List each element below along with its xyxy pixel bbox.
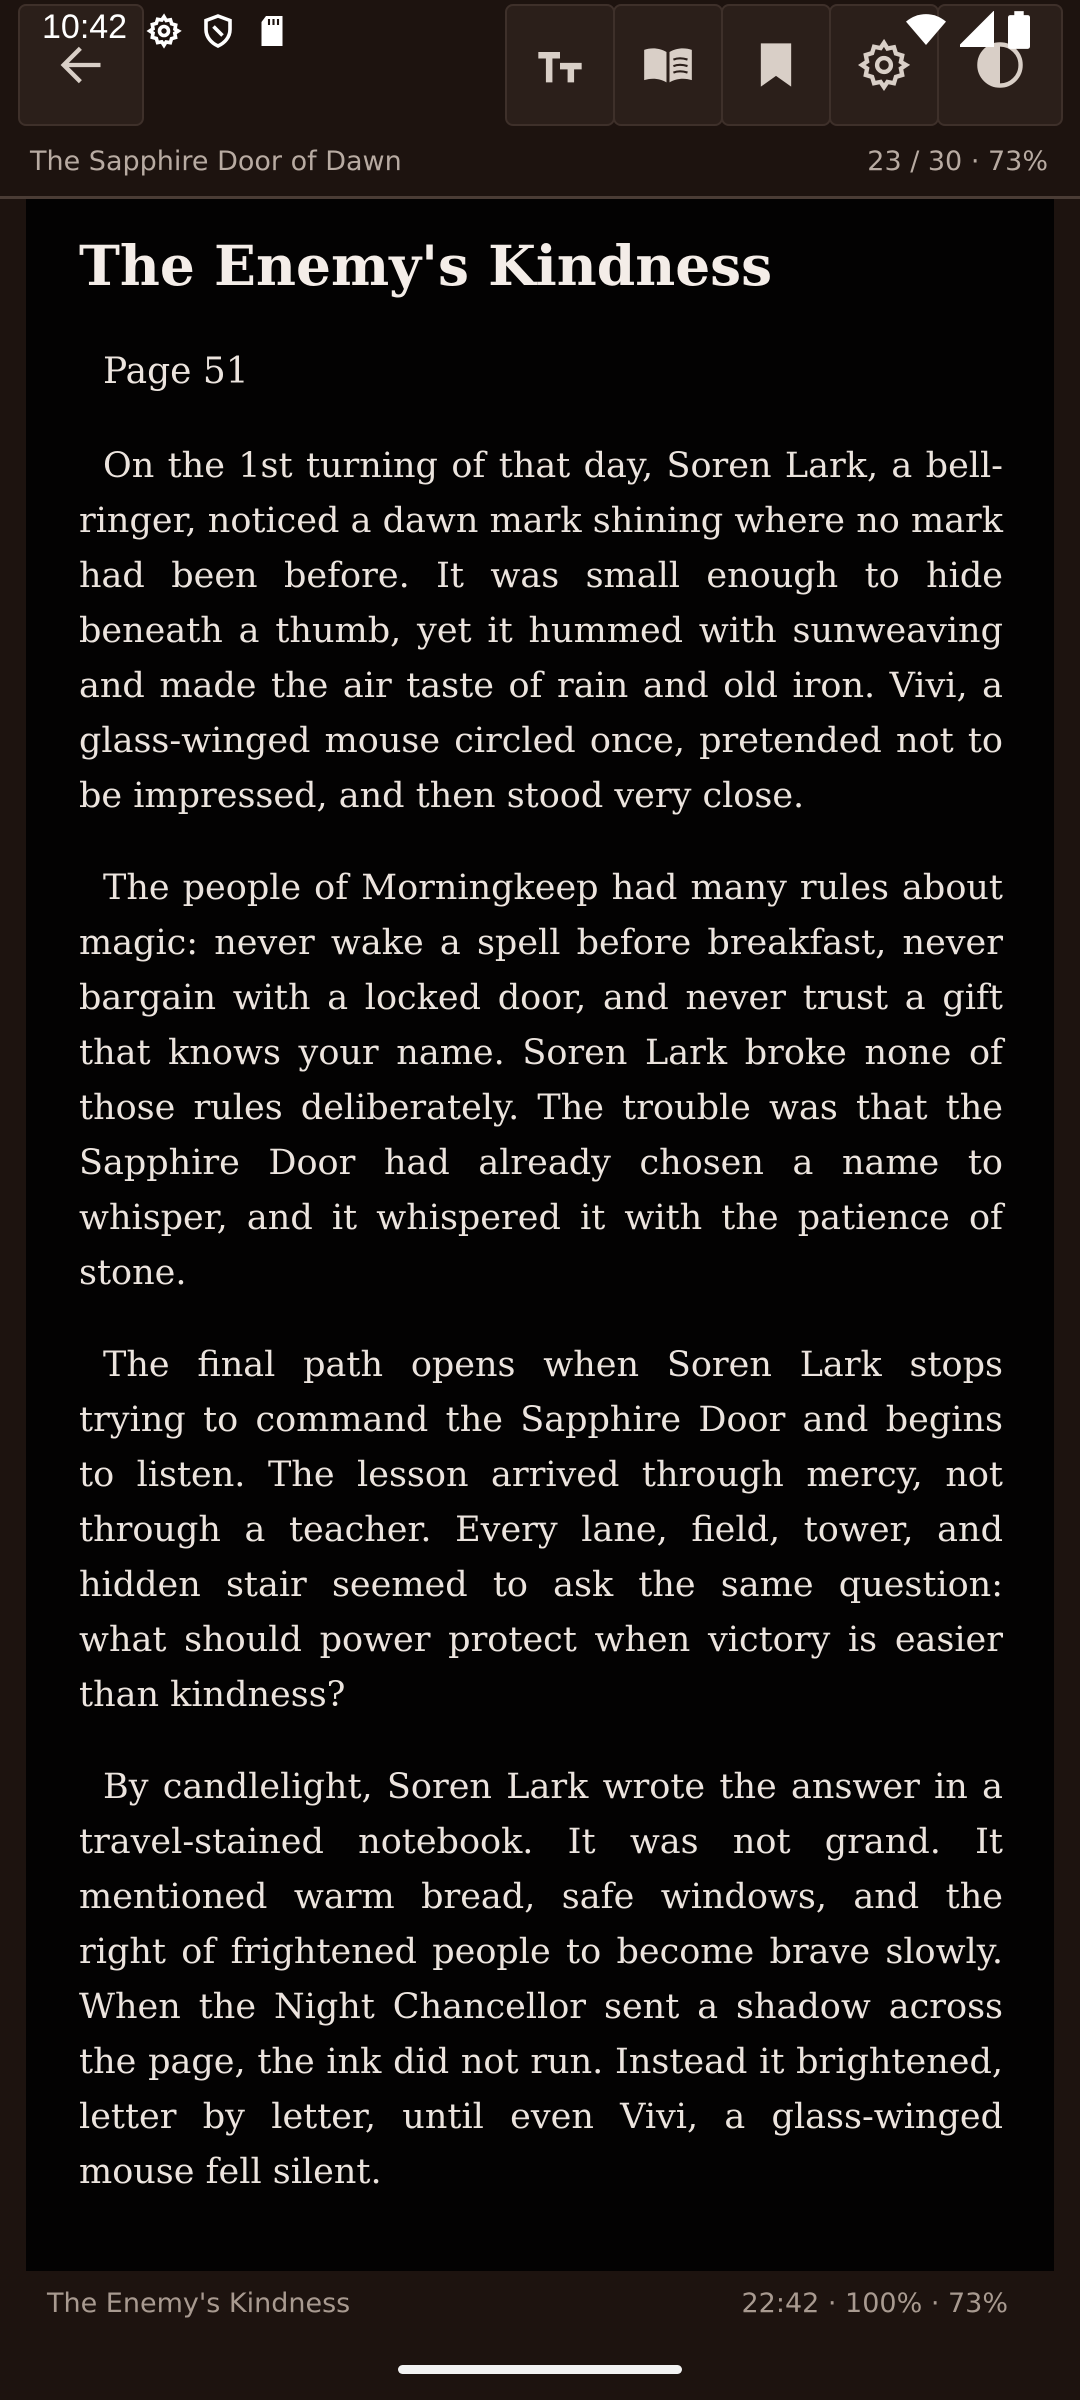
cell-signal-icon (960, 11, 994, 47)
chapter-text: On the 1st turning of that day, Soren La… (79, 439, 1003, 2237)
reader-footer: The Enemy's Kindness 22:42 · 100% · 73% (0, 2276, 1080, 2332)
chapter-title: The Enemy's Kindness (79, 233, 773, 298)
paragraph: By candlelight, Soren Lark wrote the ans… (79, 1767, 1003, 2192)
home-indicator[interactable] (398, 2365, 682, 2374)
settings-notification-icon (146, 13, 182, 49)
wifi-icon (906, 14, 946, 45)
footer-status: 22:42 · 100% · 73% (741, 2288, 1008, 2319)
footer-chapter-name: The Enemy's Kindness (47, 2288, 351, 2319)
status-bar: 10:42 (0, 0, 1080, 62)
shield-icon (204, 14, 232, 48)
page-label: Page 51 (103, 351, 249, 392)
reading-page[interactable]: The Enemy's Kindness Page 51 On the 1st … (26, 199, 1054, 2271)
book-progress: 23 / 30 · 73% (867, 146, 1048, 177)
status-time: 10:42 (42, 8, 128, 46)
book-title: The Sapphire Door of Dawn (30, 146, 402, 177)
paragraph: The final path opens when Soren Lark sto… (79, 1345, 1003, 1715)
paragraph: On the 1st turning of that day, Soren La… (79, 446, 1003, 816)
paragraph: The people of Morningkeep had many rules… (79, 868, 1003, 1293)
book-header: The Sapphire Door of Dawn 23 / 30 · 73% (0, 140, 1080, 199)
battery-icon (1008, 11, 1030, 49)
sd-card-icon (261, 16, 283, 46)
